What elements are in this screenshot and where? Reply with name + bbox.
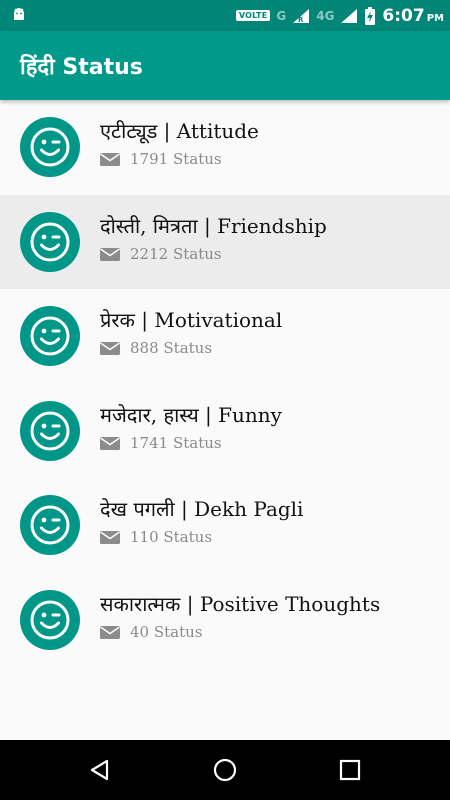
category-subtitle: 40 Status (100, 623, 203, 641)
status-count: 2212 Status (130, 244, 222, 263)
battery-charging-icon (365, 6, 376, 25)
category-subtitle: 1741 Status (100, 434, 222, 452)
app-title: हिंदी Status (20, 54, 143, 80)
status-bar: VOLTE G R 4G 6:07 PM (0, 0, 450, 31)
back-triangle-icon (90, 759, 109, 781)
clock-time: 6:07 (382, 5, 425, 26)
category-title: दोस्ती, मित्रता | Friendship (100, 213, 327, 238)
category-subtitle: 110 Status (100, 528, 212, 546)
home-button[interactable] (210, 755, 240, 785)
category-subtitle: 888 Status (100, 339, 212, 357)
smiley-wink-icon (30, 127, 70, 167)
category-list-item[interactable]: दोस्ती, मित्रता | Friendship 2212 Status (0, 194, 450, 289)
status-count: 110 Status (130, 528, 213, 546)
category-avatar (20, 211, 80, 272)
category-subtitle: 1791 Status (100, 150, 222, 168)
android-notification-icon (14, 8, 24, 20)
category-list: एटीट्यूड | Attitude 1791 Status दोस्ती, मि… (0, 100, 450, 667)
category-list-item[interactable]: मजेदार, हास्य | Funny 1741 Status (0, 384, 450, 479)
smiley-wink-icon (30, 505, 70, 545)
home-circle-icon (213, 758, 237, 782)
back-button[interactable] (85, 755, 115, 785)
category-avatar (20, 589, 80, 650)
category-title: देख पगली | Dekh Pagli (100, 497, 304, 521)
clock: 6:07 PM (382, 6, 444, 26)
smiley-wink-icon (30, 600, 70, 639)
status-count: 888 Status (130, 339, 213, 357)
smiley-wink-icon (30, 316, 70, 356)
network-type-label: G (276, 8, 287, 23)
recents-square-icon (339, 759, 361, 781)
category-avatar (20, 117, 80, 177)
category-subtitle: 2212 Status (100, 245, 222, 263)
network-4g-label: 4G (316, 8, 335, 23)
smiley-wink-icon (30, 222, 70, 261)
category-list-item[interactable]: प्रेरक | Motivational 888 Status (0, 289, 450, 384)
clock-ampm: PM (426, 12, 444, 24)
category-list-item[interactable]: सकारात्मक | Positive Thoughts 40 Status (0, 573, 450, 668)
status-bar-indicators: VOLTE G R 4G 6:07 PM (235, 0, 444, 31)
volte-badge: VOLTE (235, 10, 271, 21)
category-avatar (20, 306, 80, 366)
mail-icon (100, 531, 120, 544)
mail-icon (100, 153, 120, 166)
signal-strength-icon (341, 8, 358, 23)
category-title: मजेदार, हास्य | Funny (100, 402, 282, 427)
app-bar: हिंदी Status (0, 31, 450, 100)
mail-icon (100, 342, 120, 355)
status-count: 40 Status (130, 622, 203, 641)
category-title: सकारात्मक | Positive Thoughts (100, 591, 381, 616)
recents-button[interactable] (335, 755, 365, 785)
smiley-wink-icon (30, 411, 70, 450)
category-list-item[interactable]: देख पगली | Dekh Pagli 110 Status (0, 478, 450, 573)
category-title: प्रेरक | Motivational (100, 308, 283, 332)
roaming-label: R (298, 16, 304, 24)
category-avatar (20, 400, 80, 461)
category-list-item[interactable]: एटीट्यूड | Attitude 1791 Status (0, 100, 450, 195)
category-avatar (20, 495, 80, 555)
mail-icon (100, 436, 120, 450)
status-count: 1791 Status (130, 150, 222, 168)
category-title: एटीट्यूड | Attitude (100, 119, 259, 143)
signal-roaming-icon: R (293, 8, 310, 24)
mail-icon (100, 625, 120, 639)
status-count: 1741 Status (130, 433, 222, 452)
navigation-bar (0, 740, 450, 800)
mail-icon (100, 247, 120, 261)
